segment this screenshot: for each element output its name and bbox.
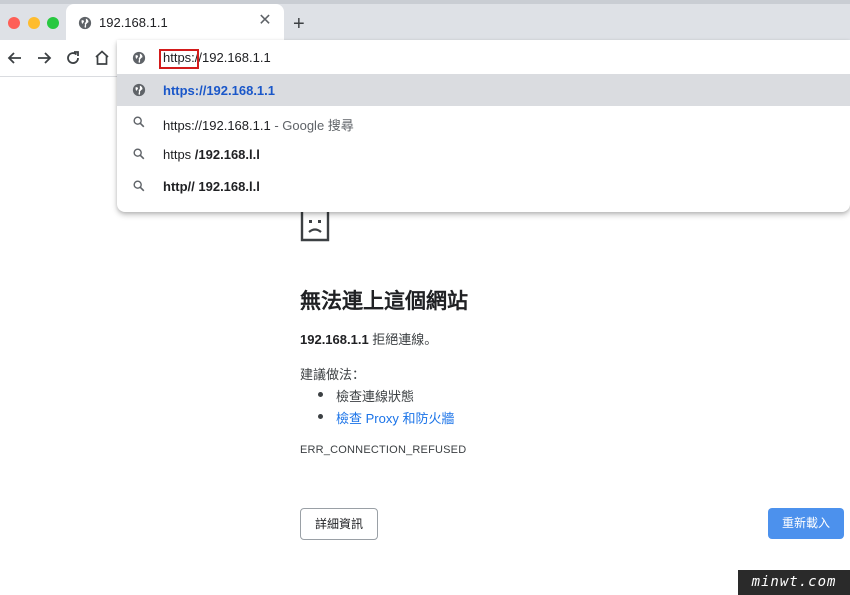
suggestion-text: /192.168.l.l xyxy=(194,147,260,162)
close-window-button[interactable] xyxy=(8,17,20,29)
reload-page-button[interactable]: 重新載入 xyxy=(768,508,844,539)
suggestion-text: https://192.168.1.1 xyxy=(163,118,271,133)
error-title: 無法連上這個網站 xyxy=(300,290,468,313)
forward-button[interactable] xyxy=(34,48,54,68)
bullet-dot xyxy=(318,392,323,397)
suggestion-text: http// 192.168.l.l xyxy=(163,179,260,194)
suggestion-prefix: https xyxy=(163,147,195,162)
watermark: minwt.com xyxy=(738,570,850,595)
annotation-highlight-box xyxy=(159,49,199,69)
minimize-window-button[interactable] xyxy=(28,17,40,29)
search-icon xyxy=(133,180,145,192)
reload-icon xyxy=(67,51,79,64)
arrow-right-icon xyxy=(38,52,52,64)
try-title: 建議做法： xyxy=(300,367,366,382)
suggestion-suffix: - Google 搜尋 xyxy=(270,118,354,133)
suggestion-item[interactable]: https://192.168.1.1 xyxy=(117,74,850,106)
details-button[interactable]: 詳細資訊 xyxy=(300,508,378,540)
omnibox-input-row[interactable]: https://192.168.1.1 xyxy=(117,40,850,74)
globe-icon xyxy=(78,16,92,30)
omnibox-dropdown: https://192.168.1.1 https://192.168.1.1 … xyxy=(117,40,850,212)
error-code: ERR_CONNECTION_REFUSED xyxy=(300,444,467,456)
search-icon xyxy=(133,116,145,128)
home-button[interactable] xyxy=(92,48,112,68)
tab-close-icon[interactable]: ✕ xyxy=(256,12,274,30)
proxy-firewall-link[interactable]: 檢查 Proxy 和防火牆 xyxy=(336,408,454,427)
error-host: 192.168.1.1 xyxy=(300,332,369,347)
globe-icon xyxy=(132,83,146,97)
tab-title: 192.168.1.1 xyxy=(99,15,168,30)
error-description: 192.168.1.1 拒絕連線。 xyxy=(300,329,437,348)
arrow-left-icon xyxy=(7,52,21,64)
reload-button[interactable] xyxy=(63,48,83,68)
error-description-suffix: 拒絕連線。 xyxy=(368,332,438,347)
zoom-window-button[interactable] xyxy=(47,17,59,29)
try-item-text: 檢查連線狀態 xyxy=(336,389,415,404)
suggestion-item[interactable]: https://192.168.1.1 - Google 搜尋 xyxy=(117,106,850,138)
bullet-dot xyxy=(318,414,323,419)
search-icon xyxy=(133,148,145,160)
suggestion-text: https://192.168.1.1 xyxy=(163,83,275,98)
new-tab-button[interactable]: + xyxy=(293,14,305,34)
browser-tab[interactable]: 192.168.1.1 ✕ xyxy=(66,4,284,40)
back-button[interactable] xyxy=(5,48,25,68)
globe-icon xyxy=(132,51,146,65)
suggestion-item[interactable]: http// 192.168.l.l xyxy=(117,170,850,202)
suggestion-item[interactable]: https /192.168.l.l xyxy=(117,138,850,170)
home-icon xyxy=(95,50,109,65)
